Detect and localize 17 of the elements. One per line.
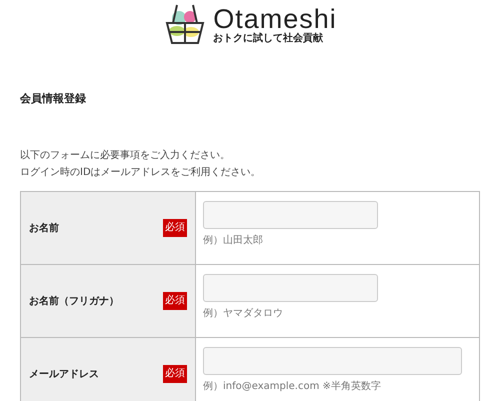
required-badge: 必須 [163,365,187,383]
field-hint: 例）山田太郎 [203,234,264,247]
input-field[interactable] [203,201,378,229]
field-label: お名前（フリガナ） [29,294,119,308]
required-badge: 必須 [163,292,187,310]
logo-tagline: おトクに試して社会貢献 [213,33,324,45]
logo-name: Otameshi [213,5,337,33]
required-badge: 必須 [163,219,187,237]
field-label: お名前 [29,222,59,235]
input-field[interactable] [203,274,378,302]
field-hint: 例）info@example.com ※半角英数字 [203,380,382,393]
input-field[interactable] [203,347,462,375]
field-hint: 例）ヤマダタロウ [203,307,284,320]
intro-text: ログイン時のIDはメールアドレスをご利用ください。 [20,166,262,180]
field-label: メールアドレス [29,368,99,381]
intro-text: 以下のフォームに必要事項をご入力ください。 [20,148,231,163]
page-title: 会員情報登録 [20,91,87,106]
